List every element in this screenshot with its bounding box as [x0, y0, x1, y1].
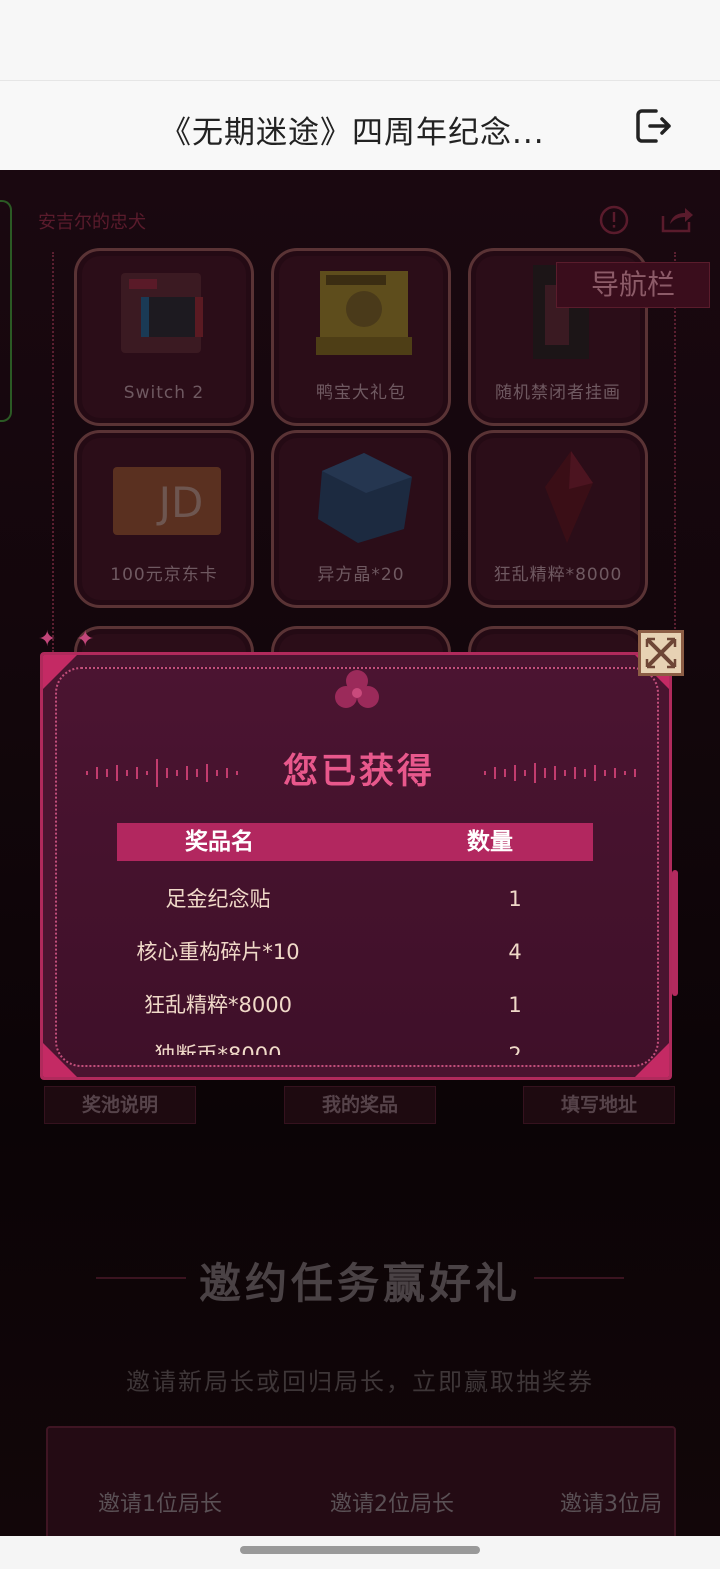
- title-bar: 《无期迷途》四周年纪念...: [0, 80, 720, 170]
- prize-label: 鸭宝大礼包: [316, 383, 406, 403]
- prize-label: 100元京东卡: [110, 565, 218, 585]
- prize-quantity: 4: [508, 940, 522, 964]
- table-row: 独断币*8000 2: [117, 1035, 593, 1055]
- prize-card-jd[interactable]: JD 100元京东卡: [74, 430, 254, 608]
- modal-scrollbar[interactable]: [672, 870, 678, 996]
- tab-pool-info[interactable]: 奖池说明: [44, 1086, 196, 1124]
- prize-label: Switch 2: [123, 383, 205, 403]
- close-button[interactable]: [638, 630, 684, 676]
- side-rail: [0, 200, 12, 422]
- prize-label: 随机禁闭者挂画: [495, 383, 621, 403]
- column-header-quantity: 数量: [467, 829, 513, 855]
- tab-fill-address[interactable]: 填写地址: [523, 1086, 675, 1124]
- sparkle-icon: ✦: [76, 627, 95, 652]
- prize-quantity: 1: [508, 993, 522, 1017]
- user-name: 安吉尔的忠犬: [38, 212, 146, 233]
- prize-label: 异方晶*20: [317, 565, 405, 585]
- prize-card-switch[interactable]: Switch 2: [74, 248, 254, 426]
- prize-name: 狂乱精粹*8000: [144, 993, 292, 1017]
- prize-name: 核心重构碎片*10: [136, 940, 300, 964]
- prize-list[interactable]: 足金纪念贴 1 核心重构碎片*10 4 狂乱精粹*8000 1 独断币*8000…: [43, 875, 669, 1055]
- column-header-name: 奖品名: [185, 829, 254, 855]
- sparkle-icon: ✦: [38, 627, 57, 652]
- prize-quantity: 1: [508, 887, 522, 911]
- prize-label: 狂乱精粹*8000: [493, 565, 623, 585]
- prize-card-gift[interactable]: 鸭宝大礼包: [271, 248, 451, 426]
- invite-task-3[interactable]: 邀请3位局: [560, 1486, 662, 1518]
- share-icon[interactable]: [660, 204, 694, 234]
- close-icon: [645, 637, 677, 669]
- invite-subtitle: 邀请新局长或回归局长，立即赢取抽奖券: [126, 1368, 594, 1396]
- invite-panel: [46, 1426, 676, 1536]
- prize-quantity: 2: [508, 1043, 522, 1055]
- prize-card-cube[interactable]: 异方晶*20: [271, 430, 451, 608]
- invite-task-1[interactable]: 邀请1位局长: [98, 1486, 222, 1518]
- prize-name: 独断币*8000: [154, 1043, 282, 1055]
- table-row: 核心重构碎片*10 4: [117, 932, 593, 972]
- crystal-cube-icon: [318, 453, 412, 543]
- table-row: 狂乱精粹*8000 1: [117, 985, 593, 1025]
- prize-name: 足金纪念贴: [165, 887, 271, 911]
- gift-box-icon: [316, 271, 412, 355]
- clover-emblem-icon: [335, 670, 379, 708]
- table-row: 足金纪念贴 1: [117, 879, 593, 919]
- home-indicator[interactable]: [240, 1546, 480, 1554]
- nav-tag[interactable]: 导航栏: [556, 262, 710, 308]
- table-header: 奖品名 数量: [117, 823, 593, 861]
- modal-title: 您已获得: [282, 752, 435, 792]
- prize-card-essence[interactable]: 狂乱精粹*8000: [468, 430, 648, 608]
- red-crystal-icon: [545, 451, 593, 543]
- prize-result-modal: 您已获得 奖品名 数量 足金纪念贴 1 核心重构碎片*10 4 狂乱精粹*800…: [40, 652, 672, 1080]
- page-title: 《无期迷途》四周年纪念...: [160, 115, 545, 151]
- tab-my-prizes[interactable]: 我的奖品: [284, 1086, 436, 1124]
- report-icon[interactable]: [598, 204, 630, 236]
- exit-icon[interactable]: [632, 105, 674, 147]
- gift-card-icon: JD: [113, 467, 221, 535]
- status-bar: [0, 0, 720, 80]
- game-console-icon: [121, 273, 203, 353]
- invite-task-2[interactable]: 邀请2位局长: [330, 1486, 454, 1518]
- svg-text:JD: JD: [156, 478, 204, 527]
- invite-title: 邀约任务赢好礼: [198, 1259, 521, 1308]
